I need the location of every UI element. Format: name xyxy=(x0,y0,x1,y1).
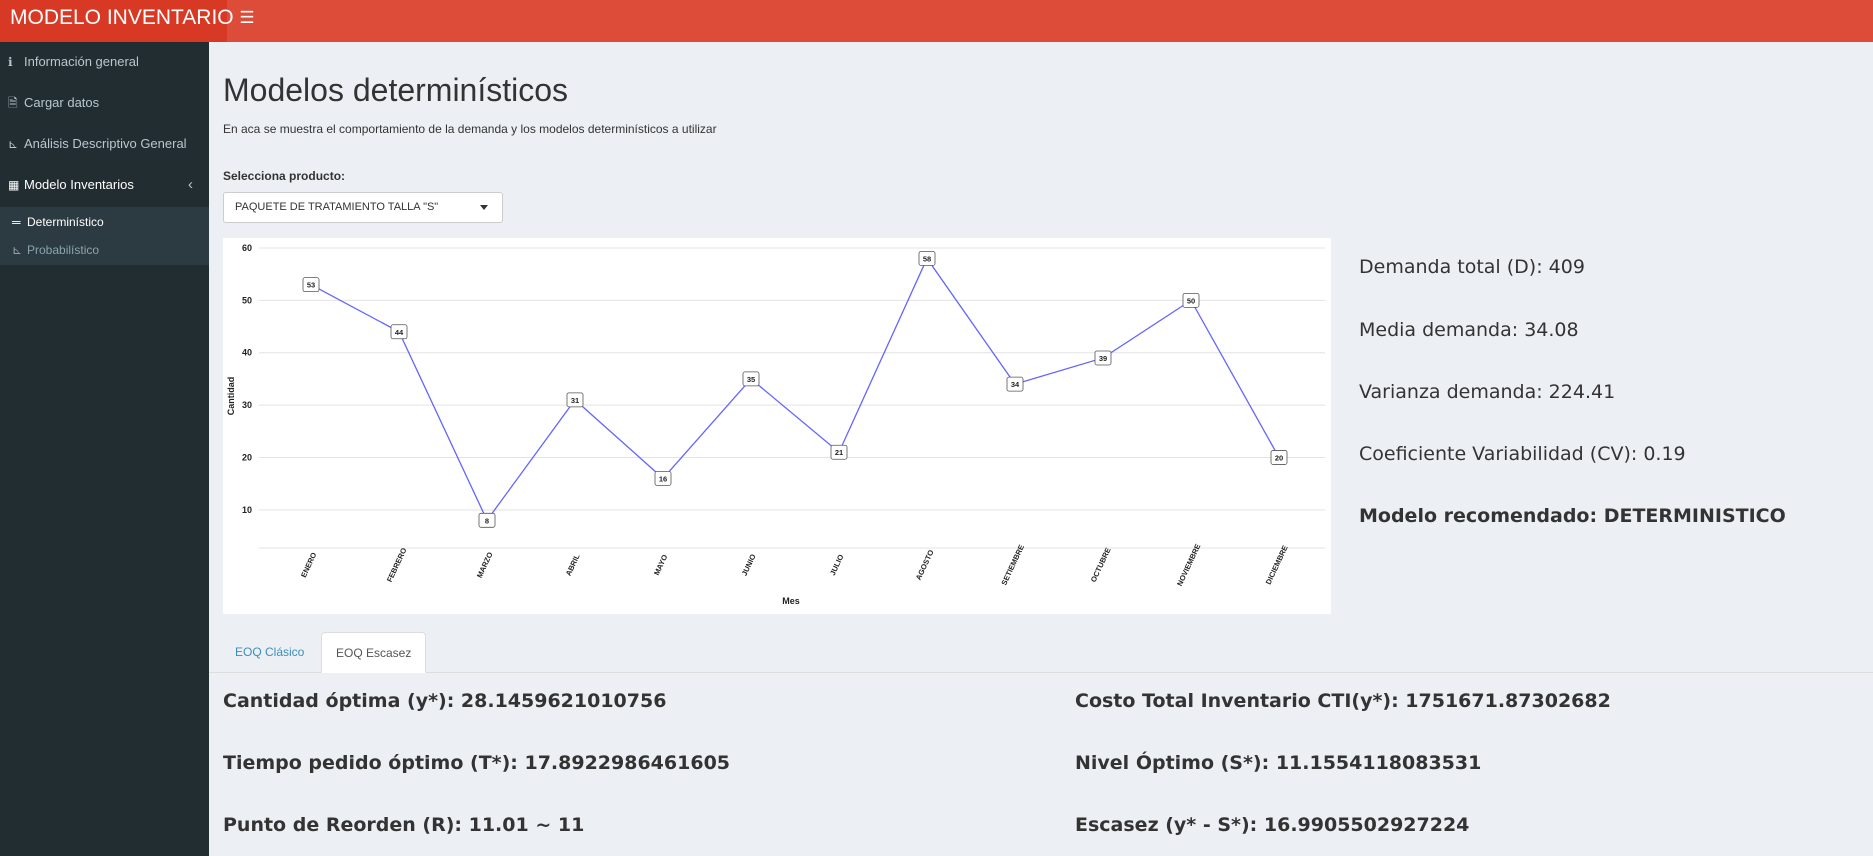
data-label: 20 xyxy=(1275,453,1283,462)
caret-down-icon xyxy=(480,205,488,210)
data-label: 53 xyxy=(307,281,315,290)
x-tick-label: ABRIL xyxy=(564,552,582,577)
x-tick-label: JUNIO xyxy=(740,553,758,578)
data-label: 8 xyxy=(485,516,489,525)
sidebar-subitem-deterministico[interactable]: ═ Determinístico xyxy=(0,209,209,235)
info-icon: ℹ xyxy=(8,55,13,69)
sidebar-submenu: ═ Determinístico ⊾ Probabilístico xyxy=(0,207,209,265)
y-tick-label: 10 xyxy=(242,505,252,515)
hamburger-icon[interactable]: ☰ xyxy=(232,0,262,36)
x-axis-title: Mes xyxy=(782,596,800,606)
line-chart-icon: ⊾ xyxy=(12,243,23,257)
series-line xyxy=(310,257,1280,522)
result-tiempo-pedido: Tiempo pedido óptimo (T*): 17.8922986461… xyxy=(223,752,731,774)
result-costo-total: Costo Total Inventario CTI(y*): 1751671.… xyxy=(1075,690,1611,712)
line-chart-icon: ⊾ xyxy=(8,137,19,151)
sidebar-item-modelo-inventarios[interactable]: ▦ Modelo Inventarios ‹ xyxy=(0,165,209,205)
data-label: 21 xyxy=(835,448,843,457)
y-tick-label: 60 xyxy=(242,243,252,253)
sidebar-item-label: Análisis Descriptivo General xyxy=(24,136,187,151)
tab-eoq-clasico[interactable]: EOQ Clásico xyxy=(221,632,318,673)
result-escasez: Escasez (y* - S*): 16.9905502927224 xyxy=(1075,814,1470,836)
result-punto-reorden: Punto de Reorden (R): 11.01 ~ 11 xyxy=(223,814,585,836)
chevron-left-icon: ‹ xyxy=(188,176,193,193)
y-tick-label: 20 xyxy=(242,452,252,462)
sidebar-item-cargar-datos[interactable]: 🗎 Cargar datos xyxy=(0,83,209,123)
product-select[interactable]: PAQUETE DE TRATAMIENTO TALLA "S" xyxy=(223,192,503,223)
y-tick-label: 40 xyxy=(242,348,252,358)
eoq-tabs: EOQ Clásico EOQ Escasez xyxy=(209,632,1873,673)
sidebar: ℹ Información general 🗎 Cargar datos ⊾ Anál… xyxy=(0,42,209,856)
app-logo[interactable]: MODELO INVENTARIO xyxy=(0,0,234,42)
tab-eoq-escasez[interactable]: EOQ Escasez xyxy=(321,632,427,673)
demand-chart: 10 20 30 40 50 60 53 44 8 31 16 35 21 58 34 39 50 20 ENERO… xyxy=(223,238,1331,614)
stat-varianza-demanda: Varianza demanda: 224.41 xyxy=(1359,381,1616,403)
x-tick-label: MAYO xyxy=(652,553,669,577)
main-content: Modelos determinísticos En aca se muestr… xyxy=(209,42,1873,856)
data-label: 50 xyxy=(1187,296,1195,305)
stat-demanda-total: Demanda total (D): 409 xyxy=(1359,256,1585,278)
sidebar-subitem-label: Probabilístico xyxy=(27,243,100,257)
page-title: Modelos determinísticos xyxy=(223,72,569,108)
demand-line-chart: 10 20 30 40 50 60 53 44 8 31 16 35 21 58 34 39 50 20 ENERO… xyxy=(226,243,1325,606)
x-tick-label: AGOSTO xyxy=(914,548,936,581)
warehouse-icon: ▦ xyxy=(8,178,20,192)
x-tick-label: JULIO xyxy=(828,553,846,577)
data-label: 16 xyxy=(659,474,667,483)
sidebar-item-label: Modelo Inventarios xyxy=(24,177,134,192)
sidebar-item-informacion-general[interactable]: ℹ Información general xyxy=(0,42,209,82)
x-tick-label: FEBRERO xyxy=(385,546,409,583)
data-label: 35 xyxy=(747,375,755,384)
x-tick-label: OCTUBRE xyxy=(1089,546,1113,583)
stat-coeficiente-variabilidad: Coeficiente Variabilidad (CV): 0.19 xyxy=(1359,443,1686,465)
sidebar-subitem-label: Determinístico xyxy=(27,215,104,229)
sidebar-item-label: Cargar datos xyxy=(24,95,100,110)
product-select-value: PAQUETE DE TRATAMIENTO TALLA "S" xyxy=(235,201,439,213)
x-tick-label: NOVIEMBRE xyxy=(1175,542,1202,587)
x-tick-label: DICIEMBRE xyxy=(1264,544,1290,586)
result-nivel-optimo: Nivel Óptimo (S*): 11.1554118083531 xyxy=(1075,752,1482,774)
top-navbar: MODELO INVENTARIO ☰ xyxy=(0,0,1873,42)
y-axis-title: Cantidad xyxy=(226,377,236,416)
product-select-label: Selecciona producto: xyxy=(223,169,346,183)
data-label: 31 xyxy=(571,396,579,405)
data-label: 34 xyxy=(1011,380,1020,389)
y-tick-label: 30 xyxy=(242,400,252,410)
x-tick-label: MARZO xyxy=(475,550,495,579)
file-icon: 🗎 xyxy=(8,96,18,110)
sidebar-subitem-probabilistico[interactable]: ⊾ Probabilístico xyxy=(0,237,209,263)
x-tick-label: SETIEMBRE xyxy=(999,543,1026,586)
data-label: 58 xyxy=(923,254,931,263)
stat-media-demanda: Media demanda: 34.08 xyxy=(1359,319,1579,341)
result-cantidad-optima: Cantidad óptima (y*): 28.1459621010756 xyxy=(223,690,667,712)
data-label: 44 xyxy=(395,328,404,337)
sidebar-item-analisis-descriptivo[interactable]: ⊾ Análisis Descriptivo General xyxy=(0,124,209,164)
stat-modelo-recomendado: Modelo recomendado: DETERMINISTICO xyxy=(1359,505,1786,527)
x-tick-label: ENERO xyxy=(299,551,318,579)
page-subtitle: En aca se muestra el comportamiento de l… xyxy=(223,122,717,136)
y-tick-label: 50 xyxy=(242,295,252,305)
bars-icon: ═ xyxy=(12,215,21,229)
data-label: 39 xyxy=(1099,354,1107,363)
sidebar-item-label: Información general xyxy=(24,54,139,69)
